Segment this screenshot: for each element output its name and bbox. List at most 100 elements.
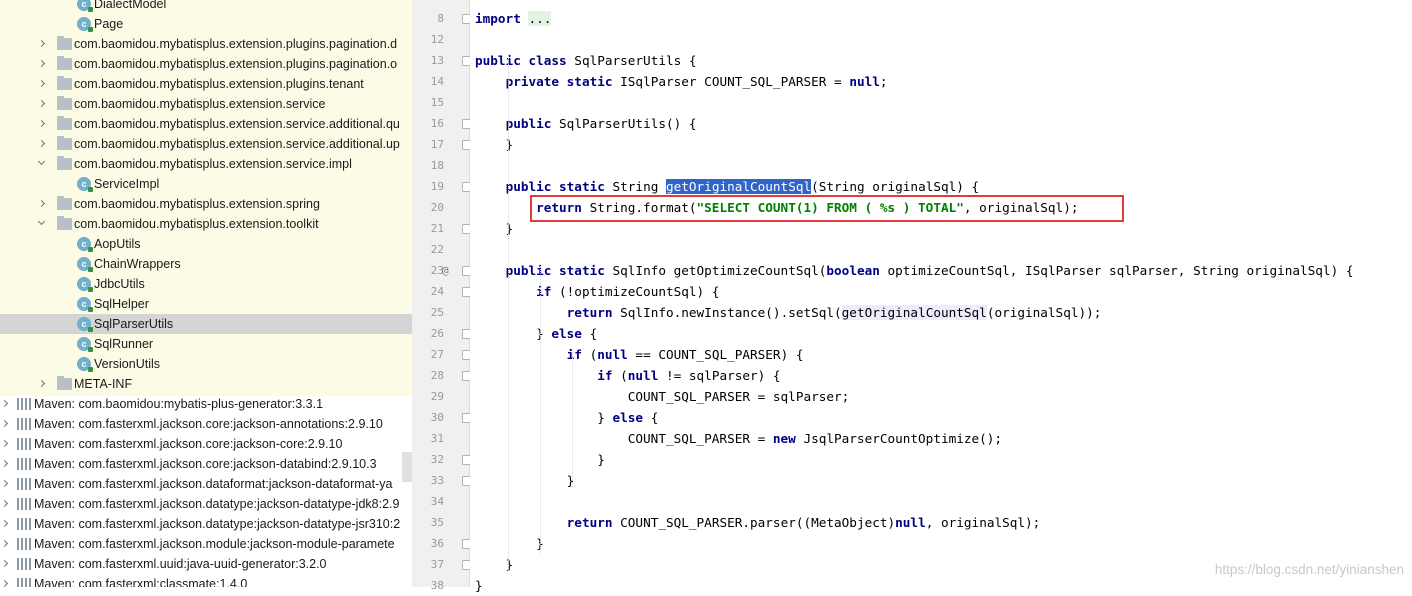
chevron-right-icon[interactable] [37,134,47,154]
chevron-right-icon[interactable] [37,194,47,214]
code-line[interactable]: } else { [475,407,658,428]
code-text: ISqlParser COUNT_SQL_PARSER = [612,74,850,89]
class-item[interactable]: c SqlHelper [0,294,412,314]
package-item[interactable]: com.baomidou.mybatisplus.extension.plugi… [0,34,412,54]
class-item[interactable]: c ServiceImpl [0,174,412,194]
chevron-right-icon[interactable] [0,534,10,554]
chevron-right-icon[interactable] [0,574,10,587]
code-line[interactable]: COUNT_SQL_PARSER = sqlParser; [475,386,850,407]
gutter-row: 12 [412,29,469,50]
library-icon [17,458,31,470]
code-line[interactable]: } else { [475,323,597,344]
code-text: (String originalSql) { [811,179,980,194]
code-text: COUNT_SQL_PARSER.parser((MetaObject) [612,515,896,530]
library-item[interactable]: Maven: com.fasterxml.jackson.dataformat:… [0,474,412,494]
tree-item-label: com.baomidou.mybatisplus.extension.plugi… [74,57,398,71]
folded-imports[interactable]: ... [528,11,552,26]
chevron-right-icon[interactable] [37,54,47,74]
chevron-down-icon[interactable] [37,214,47,234]
code-line[interactable]: if (!optimizeCountSql) { [475,281,719,302]
library-item[interactable]: Maven: com.fasterxml.jackson.datatype:ja… [0,514,412,534]
package-item[interactable]: com.baomidou.mybatisplus.extension.servi… [0,114,412,134]
code-line[interactable]: } [475,533,544,554]
package-item[interactable]: com.baomidou.mybatisplus.extension.servi… [0,154,412,174]
class-item[interactable]: c SqlParserUtils [0,314,412,334]
class-item[interactable]: c AopUtils [0,234,412,254]
chevron-right-icon[interactable] [0,494,10,514]
package-icon [57,196,72,210]
code-editor[interactable]: import ... public class SqlParserUtils { … [470,0,1412,593]
library-item[interactable]: Maven: com.fasterxml:classmate:1.4.0 [0,574,412,587]
keyword: if [597,368,613,383]
code-line[interactable]: import ... [475,8,552,29]
line-number: 38 [430,579,444,592]
library-item[interactable]: Maven: com.fasterxml.jackson.core:jackso… [0,434,412,454]
package-item[interactable]: com.baomidou.mybatisplus.extension.servi… [0,94,412,114]
chevron-right-icon[interactable] [0,454,10,474]
package-item[interactable]: com.baomidou.mybatisplus.extension.servi… [0,134,412,154]
library-item[interactable]: Maven: com.fasterxml.jackson.datatype:ja… [0,494,412,514]
code-line[interactable]: public static SqlInfo getOptimizeCountSq… [475,260,1354,281]
library-item[interactable]: Maven: com.baomidou:mybatis-plus-generat… [0,394,412,414]
chevron-right-icon[interactable] [37,94,47,114]
class-item[interactable]: c Page [0,14,412,34]
keyword: public static [505,263,605,278]
chevron-right-icon[interactable] [37,34,47,54]
chevron-right-icon[interactable] [0,394,10,414]
chevron-right-icon[interactable] [0,474,10,494]
tree-item-label: Maven: com.fasterxml.jackson.core:jackso… [34,437,343,451]
library-item[interactable]: Maven: com.fasterxml.jackson.core:jackso… [0,454,412,474]
package-item[interactable]: com.baomidou.mybatisplus.extension.sprin… [0,194,412,214]
class-icon: c [77,0,93,12]
code-line[interactable]: public static String getOriginalCountSql… [475,176,979,197]
library-icon [17,398,31,410]
gutter-row: 31 [412,428,469,449]
code-line[interactable]: return COUNT_SQL_PARSER.parser((MetaObje… [475,512,1041,533]
chevron-right-icon[interactable] [0,514,10,534]
chevron-right-icon[interactable] [37,74,47,94]
class-item[interactable]: c ChainWrappers [0,254,412,274]
chevron-right-icon[interactable] [0,554,10,574]
code-text: != sqlParser) { [658,368,781,383]
class-item[interactable]: c DialectModel [0,0,412,14]
code-line[interactable]: if (null == COUNT_SQL_PARSER) { [475,344,804,365]
code-line[interactable]: } [475,470,575,491]
code-text: , originalSql); [925,515,1041,530]
chevron-down-icon[interactable] [37,154,47,174]
override-marker-icon[interactable]: @ [442,260,449,281]
code-text: optimizeCountSql, ISqlParser sqlParser, … [879,263,1354,278]
library-item[interactable]: Maven: com.fasterxml.uuid:java-uuid-gene… [0,554,412,574]
package-item[interactable]: com.baomidou.mybatisplus.extension.toolk… [0,214,412,234]
code-line[interactable]: COUNT_SQL_PARSER = new JsqlParserCountOp… [475,428,1002,449]
gutter-row: 38 [412,575,469,596]
chevron-right-icon[interactable] [0,434,10,454]
code-line[interactable]: } [475,575,483,596]
package-item[interactable]: com.baomidou.mybatisplus.extension.plugi… [0,54,412,74]
chevron-right-icon[interactable] [37,374,47,394]
keyword: return [566,515,613,530]
package-item[interactable]: META-INF [0,374,412,394]
tree-scrollbar-thumb[interactable] [402,452,412,482]
code-line[interactable]: return SqlInfo.newInstance().setSql(getO… [475,302,1101,323]
gutter-row: 15 [412,92,469,113]
gutter-row: 27 [412,344,472,365]
library-item[interactable]: Maven: com.fasterxml.jackson.module:jack… [0,534,412,554]
class-item[interactable]: c JdbcUtils [0,274,412,294]
class-icon: c [77,17,93,32]
package-item[interactable]: com.baomidou.mybatisplus.extension.plugi… [0,74,412,94]
chevron-right-icon[interactable] [0,414,10,434]
line-number: 27 [430,348,444,361]
line-number: 37 [430,558,444,571]
line-number: 30 [430,411,444,424]
chevron-right-icon[interactable] [37,114,47,134]
tree-item-label: com.baomidou.mybatisplus.extension.toolk… [74,217,319,231]
keyword: private static [505,74,613,89]
code-line[interactable]: private static ISqlParser COUNT_SQL_PARS… [475,71,888,92]
project-tree-panel[interactable]: c DialectModel c Page com.baomidou.mybatispl… [0,0,412,587]
class-item[interactable]: c VersionUtils [0,354,412,374]
library-item[interactable]: Maven: com.fasterxml.jackson.core:jackso… [0,414,412,434]
code-line[interactable]: if (null != sqlParser) { [475,365,781,386]
class-item[interactable]: c SqlRunner [0,334,412,354]
